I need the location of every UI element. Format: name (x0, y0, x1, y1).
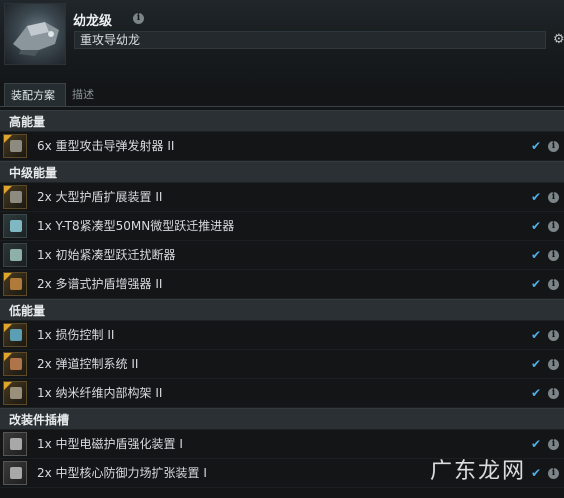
module-label: 1x 初始紧凑型跃迁扰断器 (37, 248, 176, 262)
check-icon: ✔ (531, 466, 542, 480)
watermark: 广东龙网 (430, 459, 527, 484)
module-row[interactable]: 1x 损伤控制 II ✔ i (0, 321, 564, 350)
check-icon: ✔ (531, 190, 542, 204)
tab-description[interactable]: 描述 (66, 83, 100, 106)
module-row[interactable]: 2x 弹道控制系统 II ✔ i (0, 350, 564, 379)
module-row[interactable]: 6x 重型攻击导弹发射器 II ✔ i (0, 132, 564, 161)
info-icon[interactable]: i (548, 250, 559, 261)
nanofiber-structure-icon (3, 381, 27, 405)
module-label: 2x 中型核心防御力场扩张装置 I (37, 466, 207, 480)
module-row[interactable]: 1x 初始紧凑型跃迁扰断器 ✔ i (0, 241, 564, 270)
info-icon[interactable]: i (548, 359, 559, 370)
damage-control-icon (3, 323, 27, 347)
module-label: 1x 纳米纤维内部构架 II (37, 386, 163, 400)
shield-extender-icon (3, 185, 27, 209)
module-list: 高能量 6x 重型攻击导弹发射器 II ✔ i 中级能量 2x 大型护盾扩展装置… (0, 110, 564, 488)
check-icon: ✔ (531, 328, 542, 342)
microwarpdrive-icon (3, 214, 27, 238)
info-icon[interactable]: i (548, 439, 559, 450)
check-icon: ✔ (531, 277, 542, 291)
check-icon: ✔ (531, 386, 542, 400)
module-row[interactable]: 2x 大型护盾扩展装置 II ✔ i (0, 183, 564, 212)
module-label: 2x 弹道控制系统 II (37, 357, 139, 371)
module-label: 1x Y-T8紧凑型50MN微型跃迁推进器 (37, 219, 235, 233)
section-low-slots: 低能量 (0, 299, 564, 321)
module-label: 2x 大型护盾扩展装置 II (37, 190, 163, 204)
info-icon[interactable]: i (548, 221, 559, 232)
fitting-name-field[interactable]: 重攻导幼龙 (74, 31, 546, 49)
info-icon[interactable]: i (548, 279, 559, 290)
module-row[interactable]: 1x 纳米纤维内部构架 II ✔ i (0, 379, 564, 408)
ballistic-control-icon (3, 352, 27, 376)
tab-fitting[interactable]: 装配方案 (4, 83, 66, 106)
module-label: 2x 多谱式护盾增强器 II (37, 277, 163, 291)
module-label: 6x 重型攻击导弹发射器 II (37, 139, 175, 153)
gear-icon[interactable]: ⚙ (553, 33, 564, 47)
ship-thumbnail[interactable] (4, 3, 66, 65)
check-icon: ✔ (531, 139, 542, 153)
check-icon: ✔ (531, 248, 542, 262)
section-rig-slots: 改装件插槽 (0, 408, 564, 430)
info-icon[interactable]: i (548, 141, 559, 152)
module-label: 1x 中型电磁护盾强化装置 I (37, 437, 183, 451)
info-icon[interactable]: i (548, 330, 559, 341)
info-icon[interactable]: i (133, 13, 144, 24)
check-icon: ✔ (531, 357, 542, 371)
missile-launcher-icon (3, 134, 27, 158)
ship-name: 幼龙级 (73, 14, 113, 29)
info-icon[interactable]: i (548, 468, 559, 479)
module-row[interactable]: 1x Y-T8紧凑型50MN微型跃迁推进器 ✔ i (0, 212, 564, 241)
section-high-slots: 高能量 (0, 110, 564, 132)
check-icon: ✔ (531, 219, 542, 233)
rig-icon (3, 432, 27, 456)
tab-bar: 装配方案 描述 (0, 83, 564, 107)
warp-disruptor-icon (3, 243, 27, 267)
info-icon[interactable]: i (548, 388, 559, 399)
section-mid-slots: 中级能量 (0, 161, 564, 183)
shield-hardener-icon (3, 272, 27, 296)
rig-icon (3, 461, 27, 485)
module-row[interactable]: 2x 多谱式护盾增强器 II ✔ i (0, 270, 564, 299)
fitting-header: 幼龙级 i 重攻导幼龙 ⚙ (0, 0, 564, 82)
check-icon: ✔ (531, 437, 542, 451)
module-label: 1x 损伤控制 II (37, 328, 115, 342)
info-icon[interactable]: i (548, 192, 559, 203)
